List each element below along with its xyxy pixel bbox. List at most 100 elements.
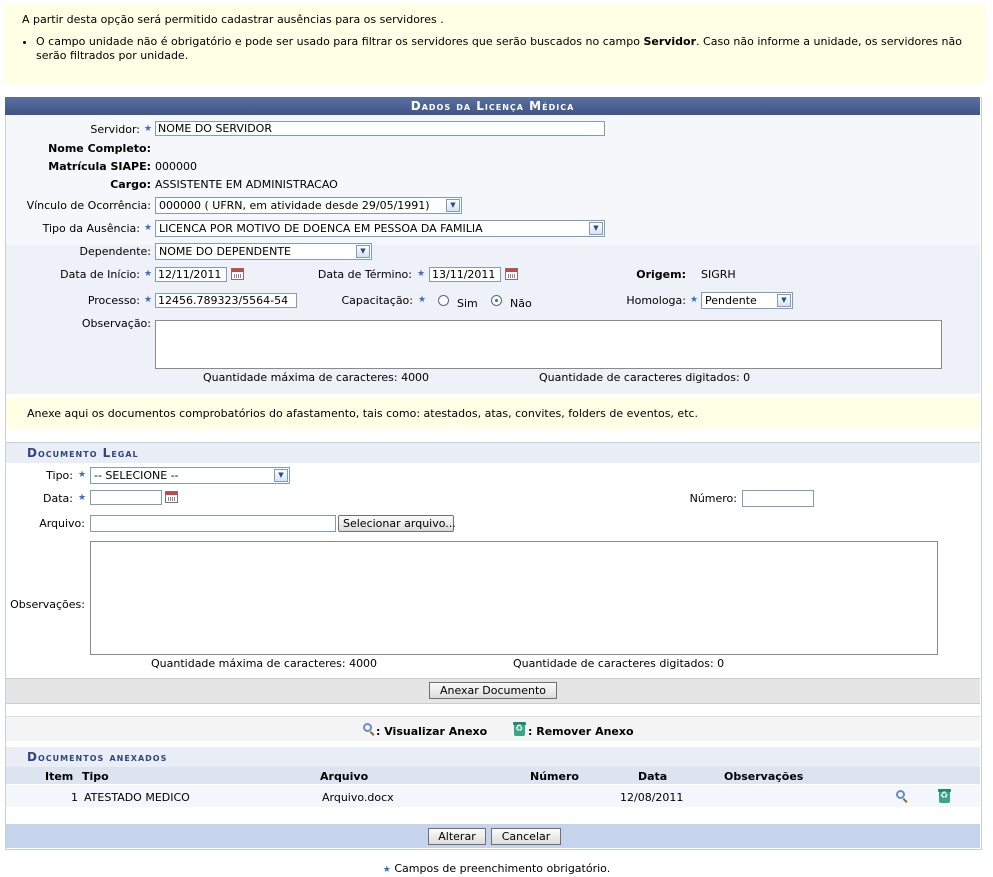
- doc-tipo-selected-value: -- SELECIONE --: [94, 468, 179, 482]
- magnifier-icon: [363, 723, 372, 732]
- vinculo-select[interactable]: 000000 ( UFRN, em atividade desde 29/05/…: [155, 197, 462, 214]
- required-star: ★: [417, 269, 426, 279]
- documento-legal-caption: Documento Legal: [27, 446, 139, 460]
- col-numero: Número: [530, 770, 579, 783]
- chevron-down-icon: ▼: [356, 245, 370, 258]
- capacitacao-nao-radio[interactable]: [491, 295, 502, 306]
- col-observacoes: Observações: [724, 770, 804, 783]
- doc-arquivo-input[interactable]: [90, 515, 336, 532]
- info-intro: A partir desta opção será permitido cada…: [22, 13, 444, 26]
- documento-legal-header: Documento Legal: [6, 442, 980, 463]
- homologa-label: Homologa:: [626, 294, 686, 307]
- tipo-ausencia-selected-value: LICENCA POR MOTIVO DE DOENCA EM PESSOA D…: [159, 221, 483, 235]
- col-arquivo: Arquivo: [320, 770, 369, 783]
- origem-label: Origem:: [636, 268, 686, 281]
- trash-icon: [513, 722, 526, 736]
- chevron-down-icon: ▼: [589, 222, 603, 235]
- doc-observacoes-label: Observações:: [10, 598, 85, 611]
- doc-typed-chars-text: Quantidade de caracteres digitados: 0: [513, 657, 725, 670]
- homologa-selected-value: Pendente: [705, 293, 757, 307]
- capacitacao-sim-radio[interactable]: [438, 295, 449, 306]
- footer-text: Campos de preenchimento obrigatório.: [394, 862, 611, 875]
- remove-attachment-icon[interactable]: [938, 789, 951, 803]
- capacitacao-label: Capacitação:: [341, 294, 413, 307]
- matricula-label: Matrícula SIAPE:: [48, 160, 151, 173]
- servidor-label: Servidor:: [90, 123, 140, 136]
- cargo-value: ASSISTENTE EM ADMINISTRACAO: [155, 178, 338, 191]
- icon-legend: : Visualizar Anexo : Remover Anexo: [6, 716, 980, 741]
- form-caption: Dados da Licença Médica: [5, 97, 980, 115]
- vinculo-selected-value: 000000 ( UFRN, em atividade desde 29/05/…: [159, 198, 430, 212]
- col-item: Item: [45, 770, 74, 783]
- capacitacao-sim-label: Sim: [457, 297, 478, 310]
- data-termino-label: Data de Término:: [317, 268, 412, 281]
- cancelar-button[interactable]: Cancelar: [491, 828, 561, 845]
- vinculo-label: Vínculo de Ocorrência:: [26, 199, 151, 212]
- cargo-label: Cargo:: [110, 178, 151, 191]
- processo-label: Processo:: [87, 294, 140, 307]
- doc-tipo-label: Tipo:: [46, 469, 73, 482]
- required-star: ★: [144, 223, 153, 233]
- view-attachment-icon[interactable]: [896, 790, 905, 799]
- doc-data-label: Data:: [43, 492, 73, 505]
- homologa-select[interactable]: Pendente ▼: [701, 292, 793, 309]
- anexos-caption: Documentos anexados: [27, 750, 168, 764]
- anexos-header: Documentos anexados: [6, 747, 980, 767]
- col-data: Data: [638, 770, 668, 783]
- matricula-value: 000000: [155, 160, 197, 173]
- required-star: ★: [78, 470, 87, 480]
- doc-numero-label: Número:: [689, 492, 737, 505]
- processo-input[interactable]: [155, 293, 297, 308]
- required-star: ★: [382, 865, 391, 875]
- tipo-ausencia-select[interactable]: LICENCA POR MOTIVO DE DOENCA EM PESSOA D…: [155, 220, 605, 237]
- calendar-icon[interactable]: [165, 491, 178, 503]
- required-star: ★: [418, 295, 427, 305]
- capacitacao-nao-label: Não: [510, 297, 532, 310]
- servidor-input[interactable]: [155, 121, 605, 136]
- data-termino-input[interactable]: [429, 267, 501, 282]
- chevron-down-icon: ▼: [777, 294, 791, 307]
- legend-view-text: : Visualizar Anexo: [376, 725, 488, 738]
- chevron-down-icon: ▼: [446, 199, 460, 212]
- info-box: A partir desta opção será permitido cada…: [4, 4, 985, 84]
- data-inicio-input[interactable]: [155, 267, 227, 282]
- attach-notice-box: Anexe aqui os documentos comprobatórios …: [6, 397, 980, 429]
- info-bullet: O campo unidade não é obrigatório e pode…: [36, 35, 966, 63]
- doc-arquivo-label: Arquivo:: [39, 517, 85, 530]
- row-tipo: ATESTADO MEDICO: [84, 791, 190, 804]
- calendar-icon[interactable]: [231, 268, 244, 280]
- dependente-select[interactable]: NOME DO DEPENDENTE ▼: [155, 243, 372, 260]
- attach-document-button[interactable]: Anexar Documento: [429, 682, 557, 699]
- typed-chars-text: Quantidade de caracteres digitados: 0: [539, 371, 751, 384]
- col-tipo: Tipo: [82, 770, 109, 783]
- doc-max-chars-text: Quantidade máxima de caracteres: 4000: [151, 657, 378, 670]
- observacao-textarea[interactable]: [155, 320, 942, 369]
- dependente-label: Dependente:: [79, 245, 151, 258]
- nome-completo-label: Nome Completo:: [48, 142, 151, 155]
- dependente-selected-value: NOME DO DEPENDENTE: [159, 244, 291, 258]
- attach-notice-text: Anexe aqui os documentos comprobatórios …: [27, 407, 699, 420]
- doc-tipo-select[interactable]: -- SELECIONE -- ▼: [90, 467, 290, 484]
- doc-observacoes-textarea[interactable]: [90, 541, 938, 655]
- footer-note: ★ Campos de preenchimento obrigatório.: [0, 862, 993, 875]
- doc-numero-input[interactable]: [742, 490, 814, 507]
- calendar-icon[interactable]: [505, 268, 518, 280]
- chevron-down-icon: ▼: [274, 469, 288, 482]
- legend-remove-text: : Remover Anexo: [528, 725, 634, 738]
- data-inicio-label: Data de Início:: [60, 268, 140, 281]
- alterar-button[interactable]: Alterar: [428, 828, 486, 845]
- observacao-label: Observação:: [81, 317, 151, 330]
- max-chars-text: Quantidade máxima de caracteres: 4000: [203, 371, 430, 384]
- anexos-columns: [6, 767, 980, 784]
- row-data: 12/08/2011: [620, 791, 684, 804]
- required-star: ★: [144, 124, 153, 134]
- row-item: 1: [71, 791, 78, 804]
- doc-data-input[interactable]: [90, 490, 162, 505]
- required-star: ★: [144, 295, 153, 305]
- select-file-button[interactable]: Selecionar arquivo...: [338, 515, 456, 532]
- required-star: ★: [78, 493, 87, 503]
- info-bullets: O campo unidade não é obrigatório e pode…: [22, 35, 966, 63]
- required-star: ★: [144, 269, 153, 279]
- required-star: ★: [690, 295, 699, 305]
- tipo-ausencia-label: Tipo da Ausência:: [42, 222, 140, 235]
